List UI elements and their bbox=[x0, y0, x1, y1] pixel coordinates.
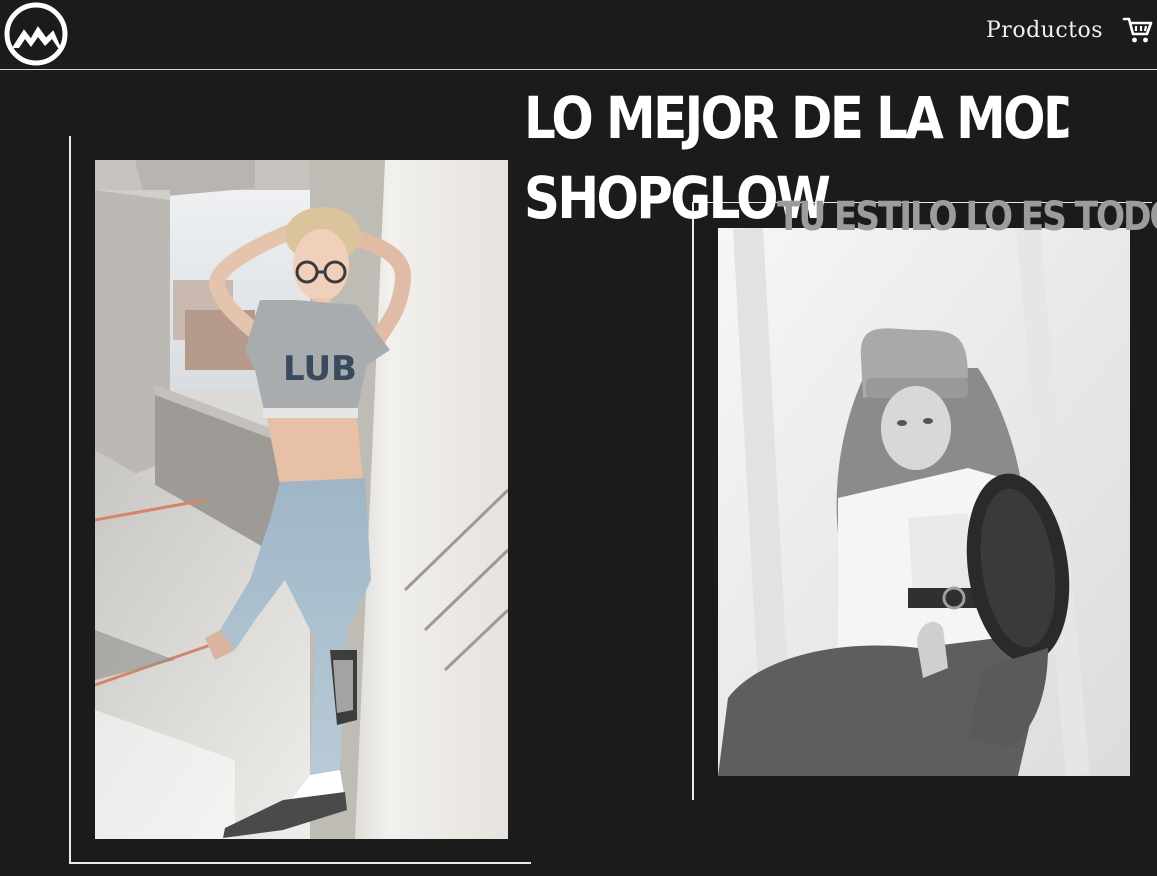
navbar: Productos bbox=[0, 0, 1157, 70]
hero-tagline: TU ESTILO LO ES TODO bbox=[777, 194, 1157, 240]
nav-link-productos[interactable]: Productos bbox=[986, 18, 1103, 43]
headline-line-1: LO MEJOR DE LA MODA SOLO EN bbox=[524, 84, 1068, 152]
frame-line-right-vertical bbox=[692, 202, 694, 800]
svg-text:LUB: LUB bbox=[283, 349, 357, 389]
frame-line-left-vertical bbox=[69, 136, 71, 863]
mountain-logo-icon[interactable] bbox=[4, 2, 68, 66]
model-photo-jeans: LUB bbox=[95, 160, 508, 839]
model-photo-beanie bbox=[718, 228, 1130, 776]
shopping-cart-icon[interactable] bbox=[1122, 15, 1154, 45]
page: Productos LUB LO MEJOR DE LA MO SHOPGLOW… bbox=[0, 0, 1157, 876]
frame-line-left-bottom bbox=[69, 862, 531, 864]
